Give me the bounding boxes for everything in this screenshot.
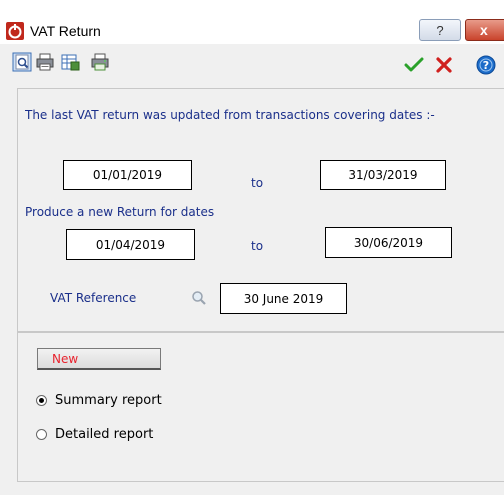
cancel-x-icon[interactable] xyxy=(435,56,453,74)
new-to-date-field[interactable]: 30/06/2019 xyxy=(325,227,452,258)
confirm-check-icon[interactable] xyxy=(404,56,424,74)
window-title: VAT Return xyxy=(30,23,101,39)
preview-icon[interactable] xyxy=(12,52,32,72)
new-from-date-field[interactable]: 01/04/2019 xyxy=(66,229,195,260)
summary-report-label: Summary report xyxy=(55,393,162,408)
search-icon[interactable] xyxy=(191,290,207,306)
help-button-label: ? xyxy=(436,22,444,38)
detailed-report-label: Detailed report xyxy=(55,427,154,442)
vat-return-window: VAT Return ? x ? The last VAT return was… xyxy=(0,0,504,495)
new-button-label: New xyxy=(52,351,79,366)
last-return-caption: The last VAT return was updated from tra… xyxy=(25,108,435,122)
help-info-icon[interactable]: ? xyxy=(476,55,496,75)
vat-reference-field[interactable]: 30 June 2019 xyxy=(220,283,347,314)
detailed-report-option[interactable]: Detailed report xyxy=(36,427,153,442)
detailed-report-radio[interactable] xyxy=(36,429,47,440)
summary-report-radio[interactable] xyxy=(36,395,47,406)
toolbar: ? xyxy=(8,44,504,82)
new-to-label: to xyxy=(251,239,264,253)
print-icon[interactable] xyxy=(35,52,55,72)
top-strip xyxy=(0,0,504,8)
app-icon xyxy=(6,22,24,40)
help-button[interactable]: ? xyxy=(419,19,461,41)
last-to-date-field[interactable]: 31/03/2019 xyxy=(320,160,446,190)
close-button[interactable]: x xyxy=(465,19,504,41)
svg-text:?: ? xyxy=(483,59,489,72)
print-setup-icon[interactable] xyxy=(90,52,110,72)
summary-report-option[interactable]: Summary report xyxy=(36,393,162,408)
close-button-label: x xyxy=(480,22,488,38)
title-bar[interactable]: VAT Return ? x xyxy=(0,8,504,44)
new-return-caption: Produce a new Return for dates xyxy=(25,205,215,219)
vat-reference-label: VAT Reference xyxy=(50,291,137,305)
new-button[interactable]: New xyxy=(37,348,161,370)
last-from-date-field[interactable]: 01/01/2019 xyxy=(63,160,192,190)
last-to-label: to xyxy=(251,176,264,190)
export-icon[interactable] xyxy=(60,52,80,72)
